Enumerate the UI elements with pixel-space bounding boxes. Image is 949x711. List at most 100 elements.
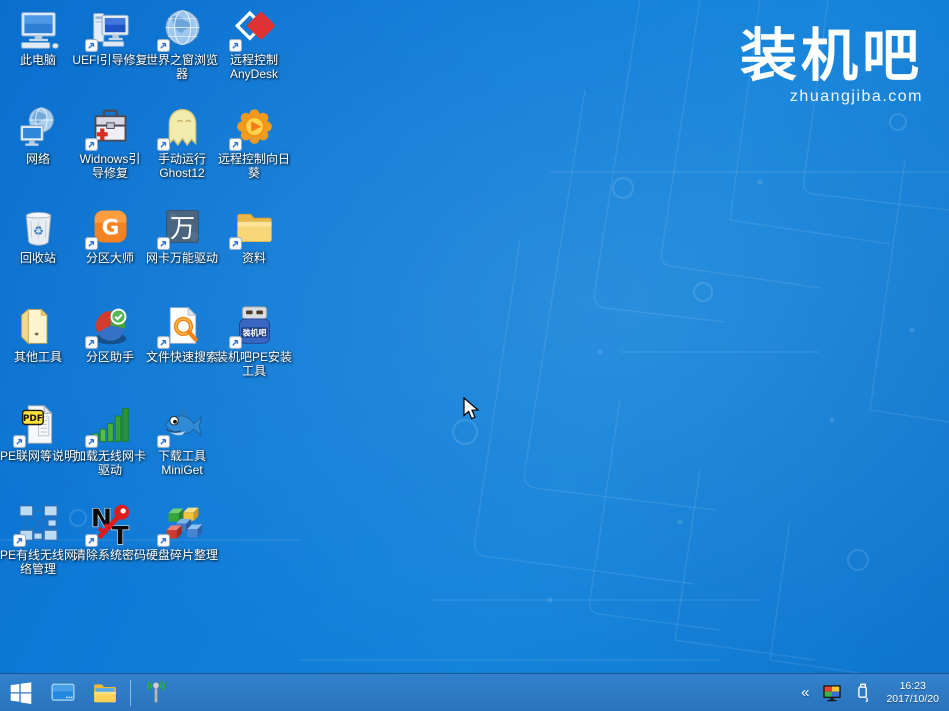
shortcut-arrow-icon [229,336,242,349]
ghost-icon [160,105,205,150]
signal-bars-icon [88,402,133,447]
desktop-icon-repair-toolbox[interactable]: Widnows引 导修复 [74,105,146,180]
desktop-icon-recycle-bin[interactable]: ♻回收站 [2,204,74,265]
desktop-icon-partition-assistant[interactable]: 分区助手 [74,303,146,364]
browser-globe-icon [160,6,205,51]
anydesk-icon [232,6,277,51]
shortcut-arrow-icon [157,237,170,250]
desktop-icon-anydesk[interactable]: 远程控制 AnyDesk [218,6,290,81]
shortcut-arrow-icon [157,534,170,547]
shortcut-arrow-icon [157,138,170,151]
folder-icon [232,204,277,249]
svg-text:装机吧: 装机吧 [241,327,266,337]
pe-network-tool-button[interactable] [135,674,177,711]
taskbar-separator [130,680,131,706]
shortcut-arrow-icon [13,534,26,547]
shortcut-arrow-icon [229,237,242,250]
clock-time: 16:23 [886,680,939,693]
wan-driver-icon: 万 [160,204,205,249]
file-explorer-button[interactable] [84,674,126,711]
taskbar-clock[interactable]: 16:23 2017/10/20 [884,680,939,705]
desktop-icon-browser-globe[interactable]: 世界之窗浏览 器 [146,6,218,81]
svg-text:♻: ♻ [33,224,44,238]
desktop-icon-file-search[interactable]: 文件快速搜索 [146,303,218,364]
tray-expand-chevron-icon[interactable]: « [799,685,811,700]
desktop-icon-signal-bars[interactable]: 加载无线网卡 驱动 [74,402,146,477]
desktop-icon-ghost[interactable]: 手动运行 Ghost12 [146,105,218,180]
file-search-icon [160,303,205,348]
desktop-icon-diskgenius[interactable]: G 分区大师 [74,204,146,265]
desktop-icon-this-pc[interactable]: 此电脑 [2,6,74,67]
display-settings-tray-icon[interactable] [821,682,843,704]
brand-logo-subtitle: zhuangjiba.com [740,88,923,106]
tray-icons [821,682,874,704]
brand-logo: 装机吧 zhuangjiba.com [740,26,923,106]
shortcut-arrow-icon [85,237,98,250]
system-tray: « 16:23 2017/10/20 [799,674,949,711]
svg-text:PDF: PDF [22,414,42,424]
this-pc-icon [16,6,61,51]
svg-text:G: G [101,215,119,240]
mouse-cursor [463,397,480,421]
desktop-icon-label: 装机吧PE安装 工具 [211,350,297,378]
uefi-repair-icon [88,6,133,51]
desktop: 装机吧 zhuangjiba.com 此电脑 UEFI引导修复 世界之窗浏览 器… [0,0,949,711]
brand-logo-title: 装机吧 [740,26,923,86]
desktop-icon-label: 下载工具 MiniGet [139,449,225,477]
shortcut-arrow-icon [85,336,98,349]
sunflower-icon [232,105,277,150]
desktop-icon-label: 资料 [211,251,297,265]
defrag-icon [160,501,205,546]
show-desktop-button[interactable] [42,674,84,711]
desktop-icon-label: 硬盘碎片整理 [139,548,225,562]
shortcut-arrow-icon [85,534,98,547]
shortcut-arrow-icon [85,435,98,448]
open-folder-icon [16,303,61,348]
nt-password-icon: N T [88,501,133,546]
explorer-folder-icon [92,680,118,706]
svg-text:万: 万 [169,214,194,243]
quick-launch [42,674,126,711]
shortcut-arrow-icon [13,435,26,448]
desktop-icon-uefi-repair[interactable]: UEFI引导修复 [74,6,146,67]
shortcut-arrow-icon [85,138,98,151]
network-topology-icon [16,501,61,546]
show-desktop-icon [50,680,76,706]
usb-pe-icon: 装机吧 [232,303,277,348]
pdf-doc-icon: PDF [16,402,61,447]
shortcut-arrow-icon [157,435,170,448]
desktop-icon-network[interactable]: 网络 [2,105,74,166]
desktop-icon-wan-driver[interactable]: 万 网卡万能驱动 [146,204,218,265]
taskbar-left-group [0,674,177,711]
usb-device-tray-icon[interactable] [852,682,874,704]
shortcut-arrow-icon [157,336,170,349]
repair-toolbox-icon [88,105,133,150]
desktop-icon-usb-pe[interactable]: 装机吧 装机吧PE安装 工具 [218,303,290,378]
desktop-icon-folder[interactable]: 资料 [218,204,290,265]
desktop-icon-pdf-doc[interactable]: PDF PE联网等说明 [2,402,74,463]
clock-date: 2017/10/20 [886,693,939,706]
desktop-icon-shark[interactable]: 下载工具 MiniGet [146,402,218,477]
desktop-icon-nt-password[interactable]: N T 清除系统密码 [74,501,146,562]
desktop-icon-label: 远程控制向日 葵 [211,152,297,180]
diskgenius-icon: G [88,204,133,249]
shortcut-arrow-icon [157,39,170,52]
taskbar: « 16:23 2017/10/20 [0,673,949,711]
shortcut-arrow-icon [85,39,98,52]
desktop-icon-defrag[interactable]: 硬盘碎片整理 [146,501,218,562]
desktop-icon-label: 远程控制 AnyDesk [211,53,297,81]
recycle-bin-icon: ♻ [16,204,61,249]
shortcut-arrow-icon [229,39,242,52]
shortcut-arrow-icon [229,138,242,151]
desktop-icon-sunflower[interactable]: 远程控制向日 葵 [218,105,290,180]
start-button[interactable] [0,674,42,711]
partition-assistant-icon [88,303,133,348]
desktop-icon-open-folder[interactable]: 其他工具 [2,303,74,364]
antenna-icon [143,680,169,706]
network-icon [16,105,61,150]
windows-start-icon [8,680,34,706]
shark-icon [160,402,205,447]
svg-text:T: T [111,521,129,546]
desktop-icon-network-topology[interactable]: PE有线无线网 络管理 [2,501,74,576]
deskband [135,674,177,711]
